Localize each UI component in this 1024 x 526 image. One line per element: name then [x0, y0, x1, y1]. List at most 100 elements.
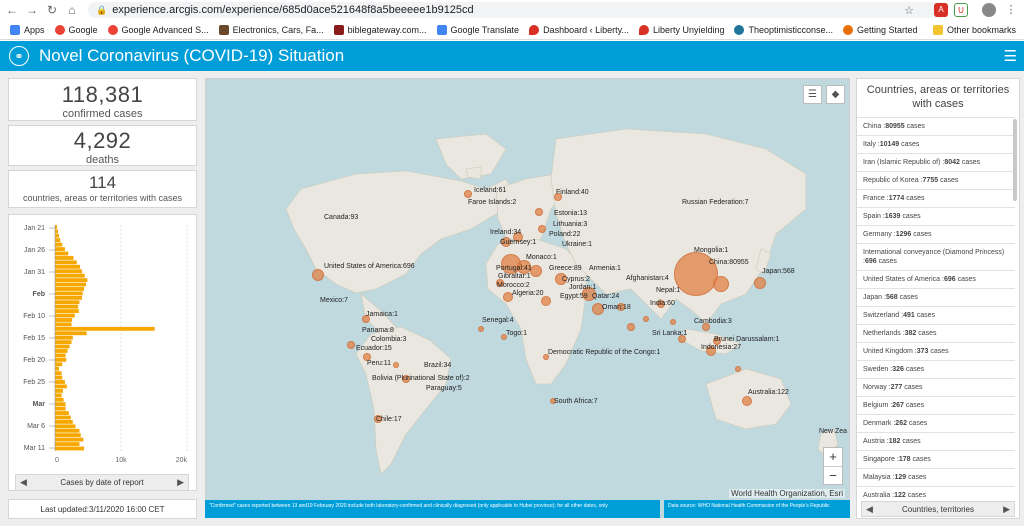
country-list-item[interactable]: United States of America :696 cases	[857, 270, 1015, 288]
case-bubble[interactable]	[627, 323, 635, 331]
case-bubble[interactable]	[464, 190, 472, 198]
country-list-item[interactable]: Switzerland :491 cases	[857, 306, 1015, 324]
chart-bar	[55, 309, 79, 314]
case-bubble[interactable]	[535, 208, 543, 216]
legend-list-icon[interactable]: ☰	[803, 85, 822, 104]
country-name: Denmark :	[863, 420, 896, 427]
zoom-in-button[interactable]: +	[824, 448, 842, 466]
hamburger-menu-icon[interactable]: ☰	[1004, 47, 1017, 65]
country-case-suffix: cases	[906, 420, 928, 427]
case-bubble[interactable]	[754, 277, 766, 289]
back-icon[interactable]: ←	[4, 3, 20, 17]
case-bubble[interactable]	[742, 396, 752, 406]
countries-list-scrollbar[interactable]	[1013, 119, 1017, 201]
country-name: Netherlands :	[863, 330, 905, 337]
forward-icon[interactable]: →	[24, 3, 40, 17]
address-bar[interactable]: 🔒 experience.arcgis.com/experience/685d0…	[88, 2, 948, 18]
bookmark-star-icon[interactable]: ☆	[904, 4, 914, 17]
country-list-item[interactable]: China :80955 cases	[857, 117, 1015, 135]
map-country-label: Democratic Republic of the Congo:1	[548, 349, 661, 356]
browser-menu-icon[interactable]: ⋮	[1004, 3, 1018, 17]
country-case-count: 326	[892, 366, 904, 373]
bookmark-dashboard[interactable]: Dashboard ‹ Liberty...	[529, 24, 629, 35]
country-list-item[interactable]: International conveyance (Diamond Prince…	[857, 243, 1015, 270]
country-case-count: 568	[885, 294, 898, 301]
case-bubble[interactable]	[643, 316, 649, 322]
case-bubble[interactable]	[312, 269, 324, 281]
country-list-item[interactable]: Norway :277 cases	[857, 378, 1015, 396]
country-list-item[interactable]: Italy :10149 cases	[857, 135, 1015, 153]
countries-prev-arrow-icon[interactable]: ◀	[866, 504, 873, 515]
country-list-item[interactable]: Australia :122 cases	[857, 486, 1015, 501]
zoom-control: + −	[823, 447, 843, 485]
map-country-label: Monaco:1	[526, 254, 557, 261]
country-list-item[interactable]: Austria :182 cases	[857, 432, 1015, 450]
chart-bar	[55, 380, 65, 384]
country-name: China :	[863, 123, 886, 130]
world-map[interactable]: Iceland:61 Finland:40 Faroe Islands:2 Russi…	[205, 78, 850, 518]
bookmark-biblegateway[interactable]: biblegateway.com...	[333, 24, 427, 35]
chart-bar	[55, 424, 76, 429]
country-list-item[interactable]: Netherlands :382 cases	[857, 324, 1015, 342]
country-list-item[interactable]: Japan :568 cases	[857, 288, 1015, 306]
extension-abp-icon[interactable]: A	[934, 3, 948, 17]
map-country-label: Brunei Darussalam:1	[714, 336, 780, 343]
confirmed-footnote: "Confirmed" cases reported between 13 an…	[205, 500, 660, 518]
bookmark-theoptimistic[interactable]: Theoptimisticconse...	[734, 24, 833, 35]
country-list-item[interactable]: Germany :1296 cases	[857, 225, 1015, 243]
chart-bar	[55, 256, 74, 260]
other-bookmarks[interactable]: Other bookmarks	[932, 25, 1016, 35]
country-name: France :	[863, 195, 889, 202]
chart-bar	[55, 344, 70, 349]
country-list-item[interactable]: Malaysia :129 cases	[857, 468, 1015, 486]
zoom-out-button[interactable]: −	[824, 466, 842, 484]
home-icon[interactable]: ⌂	[64, 3, 80, 17]
countries-list[interactable]: China :80955 cases Italy :10149 cases Iran…	[857, 117, 1015, 501]
profile-avatar[interactable]	[982, 3, 996, 17]
basemap-layers-icon[interactable]: ◆	[826, 85, 845, 104]
country-list-item[interactable]: Belgium :267 cases	[857, 396, 1015, 414]
country-list-item[interactable]: France :1774 cases	[857, 189, 1015, 207]
countries-next-arrow-icon[interactable]: ▶	[1003, 504, 1010, 515]
country-case-suffix: cases	[900, 213, 921, 220]
country-list-item[interactable]: Denmark :262 cases	[857, 414, 1015, 432]
bookmark-liberty-unyielding[interactable]: Liberty Unyielding	[638, 24, 724, 35]
map-country-label: Nepal:1	[656, 287, 681, 294]
reload-icon[interactable]: ↻	[44, 3, 60, 17]
chart-prev-arrow-icon[interactable]: ◀	[20, 477, 27, 488]
chart-next-arrow-icon[interactable]: ▶	[177, 477, 184, 488]
bookmark-google-translate[interactable]: Google Translate	[436, 24, 519, 35]
country-case-count: 382	[904, 330, 917, 337]
bookmark-google[interactable]: Google	[54, 24, 98, 35]
apps-grid-icon	[10, 24, 20, 35]
bookmark-electronics[interactable]: Electronics, Cars, Fa...	[218, 24, 324, 35]
country-list-item[interactable]: Singapore :178 cases	[857, 450, 1015, 468]
bookmark-google-advanced[interactable]: Google Advanced S...	[107, 24, 209, 35]
case-bubble[interactable]	[478, 326, 484, 332]
chart-bar	[55, 384, 67, 389]
chart-footer-label: Cases by date of report	[60, 478, 144, 487]
case-bubble[interactable]	[735, 366, 741, 372]
chart-bar	[55, 291, 83, 296]
map-country-label: United States of America:696	[324, 263, 415, 270]
case-bubble[interactable]	[670, 319, 676, 325]
chart-bar	[55, 415, 71, 420]
bookmark-getting-started[interactable]: Getting Started	[843, 24, 918, 35]
map-country-label: Faroe Islands:2	[468, 199, 517, 206]
case-bubble[interactable]	[347, 341, 355, 349]
country-case-count: 1774	[888, 195, 905, 202]
chart-bar	[55, 247, 65, 251]
country-case-count: 1639	[884, 213, 901, 220]
country-list-item[interactable]: United Kingdom :373 cases	[857, 342, 1015, 360]
case-bubble[interactable]	[393, 362, 399, 368]
case-bubble[interactable]	[538, 225, 546, 233]
y-tick-label: Feb 25	[23, 379, 45, 386]
bookmark-apps[interactable]: Apps	[10, 24, 45, 35]
country-list-item[interactable]: Iran (Islamic Republic of) :8042 cases	[857, 153, 1015, 171]
country-list-item[interactable]: Sweden :326 cases	[857, 360, 1015, 378]
case-bubble[interactable]	[713, 276, 729, 292]
country-list-item[interactable]: Spain :1639 cases	[857, 207, 1015, 225]
country-list-item[interactable]: Republic of Korea :7755 cases	[857, 171, 1015, 189]
case-bubble[interactable]	[541, 296, 551, 306]
extension-icon[interactable]: U	[954, 3, 968, 17]
